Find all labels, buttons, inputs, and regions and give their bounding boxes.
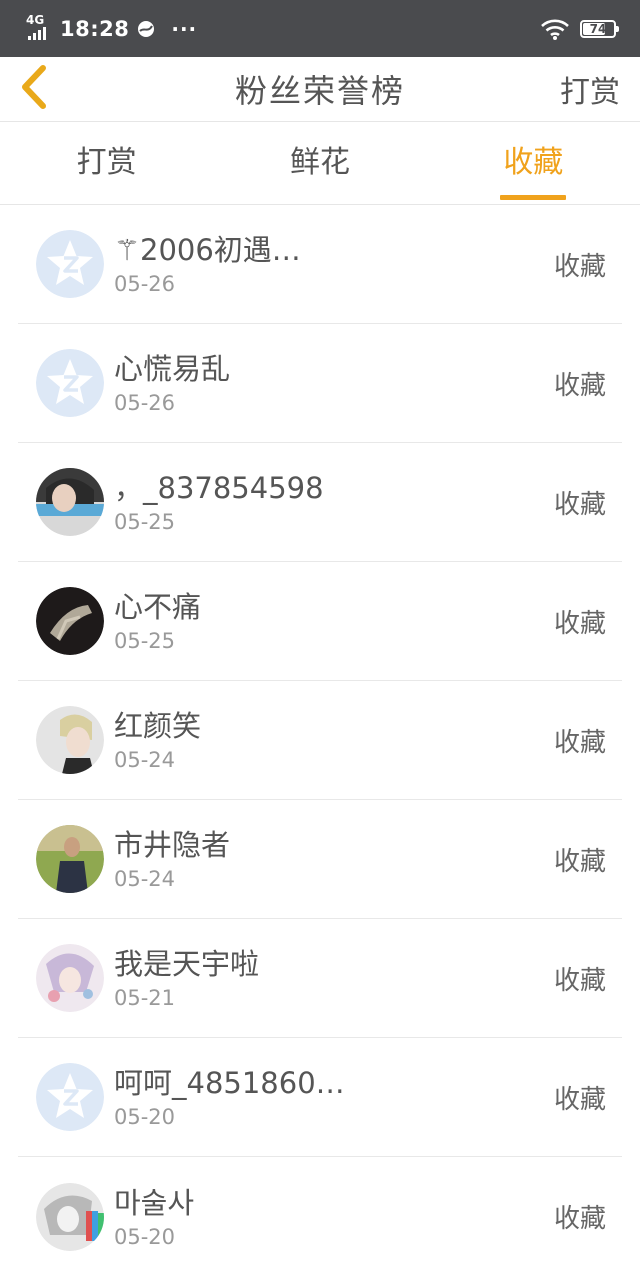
user-name: 我是天宇啦 [114,947,260,981]
avatar[interactable] [36,825,104,893]
list-item[interactable]: ⚚2006初遇… 05-26 收藏 [18,205,622,324]
date: 05-20 [114,1105,176,1129]
avatar[interactable] [36,468,104,536]
network-type: 4G [26,12,45,27]
reward-button[interactable]: 打赏 [560,57,620,121]
action-label: 收藏 [553,727,606,758]
action-label: 收藏 [553,251,606,282]
photo-avatar-icon [36,587,104,655]
date: 05-21 [114,986,176,1010]
avatar[interactable] [36,1063,104,1131]
status-time: 18:28 [60,16,130,41]
list-item[interactable]: 呵呵_4851860… 05-20 收藏 [18,1038,622,1157]
app-notification-icon [138,20,155,37]
date: 05-20 [114,1224,176,1249]
default-star-avatar-icon [36,349,104,417]
page-title: 粉丝荣誉榜 [234,72,405,110]
date: 05-25 [114,629,176,653]
date: 05-25 [114,510,176,534]
user-name: 心不痛 [114,590,202,624]
list-item[interactable]: ，_837854598 05-25 收藏 [18,443,622,562]
avatar[interactable] [36,587,104,655]
tab-label: 鲜花 [289,145,350,180]
date: 05-26 [114,272,176,296]
active-tab-indicator [500,195,567,200]
user-name: 红颜笑 [114,709,202,743]
list-item[interactable]: 红颜笑 05-24 收藏 [18,681,622,800]
list-item[interactable]: 心慌易乱 05-26 收藏 [18,324,622,443]
list-item[interactable]: 市井隐者 05-24 收藏 [18,800,622,919]
action-label: 收藏 [553,608,606,639]
tab-flowers[interactable]: 鲜花 [213,122,426,204]
user-name: ⚚2006初遇… [114,233,301,267]
fan-list: ⚚2006初遇… 05-26 收藏 心慌易乱 05-26 收藏 ，_837854… [0,205,640,1276]
user-name: 마술사 [114,1185,195,1220]
list-item[interactable]: 마술사 05-20 收藏 [18,1157,622,1276]
user-name: ，_837854598 [114,471,324,505]
photo-avatar-icon [36,1182,104,1251]
default-star-avatar-icon [36,1063,104,1131]
avatar[interactable] [36,944,104,1012]
nav-bar: 粉丝荣誉榜 打赏 [0,57,640,122]
status-bar: 4G 18:28 ··· 74 [0,0,640,57]
date: 05-26 [114,391,176,415]
tab-bar: 打赏 鲜花 收藏 [0,122,640,205]
user-name: 心慌易乱 [114,352,231,386]
more-notifications-icon: ··· [171,16,198,41]
action-label: 收藏 [553,846,606,877]
avatar[interactable] [36,349,104,417]
avatar[interactable] [36,230,104,298]
battery-icon: 74 [580,19,619,38]
default-star-avatar-icon [36,230,104,298]
tab-label: 收藏 [503,145,564,180]
action-label: 收藏 [553,489,606,520]
tab-reward[interactable]: 打赏 [0,122,213,204]
battery-level: 74 [589,21,607,36]
avatar[interactable] [36,1182,104,1251]
action-label: 收藏 [553,370,606,401]
photo-avatar-icon [36,944,104,1012]
tab-label: 打赏 [76,145,137,180]
photo-avatar-icon [36,468,104,536]
action-label: 收藏 [553,965,606,996]
date: 05-24 [114,748,176,772]
photo-avatar-icon [36,825,104,893]
status-bar-right: 74 [540,18,619,40]
tab-favorites[interactable]: 收藏 [427,122,640,204]
avatar[interactable] [36,706,104,774]
wifi-icon [541,19,569,40]
list-item[interactable]: 心不痛 05-25 收藏 [18,562,622,681]
user-name: 呵呵_4851860… [114,1066,345,1100]
user-name: 市井隐者 [114,828,231,862]
photo-avatar-icon [36,706,104,774]
action-label: 收藏 [553,1084,606,1115]
status-bar-left: 4G 18:28 ··· [26,12,198,42]
date: 05-24 [114,867,176,891]
action-label: 收藏 [553,1204,606,1234]
network-signal-icon: 4G [26,12,52,42]
list-item[interactable]: 我是天宇啦 05-21 收藏 [18,919,622,1038]
